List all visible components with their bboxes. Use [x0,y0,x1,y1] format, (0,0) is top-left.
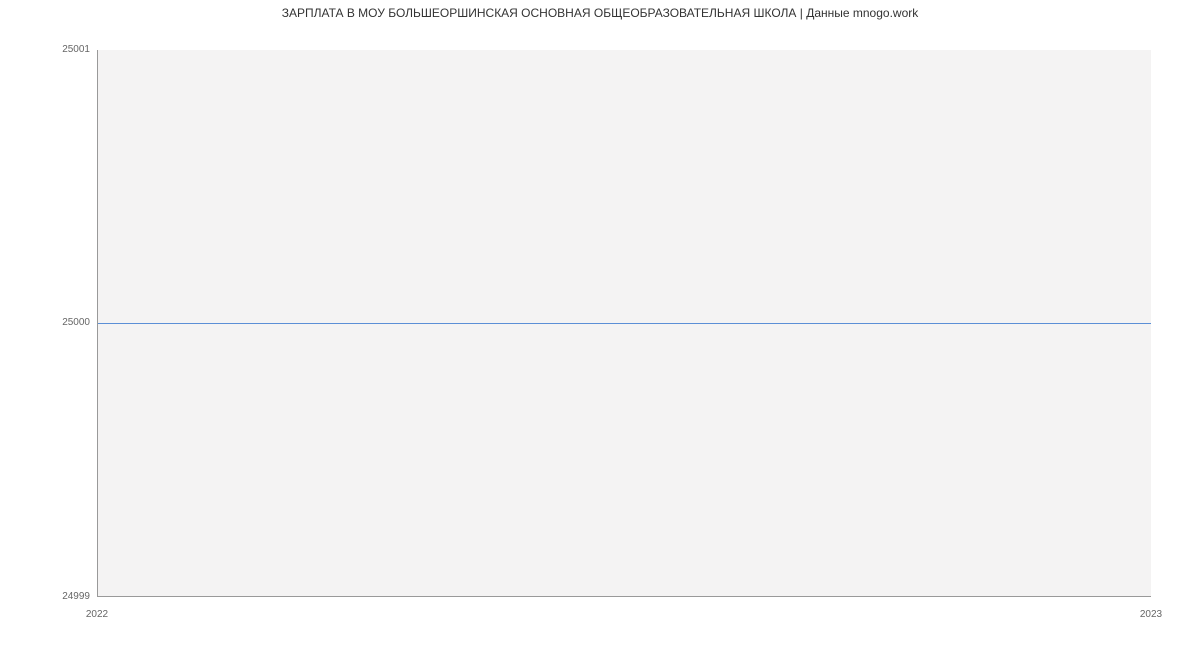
data-line [98,323,1151,324]
y-tick-label: 25001 [0,44,90,55]
y-tick-label: 24999 [0,591,90,602]
chart-container: ЗАРПЛАТА В МОУ БОЛЬШЕОРШИНСКАЯ ОСНОВНАЯ … [0,0,1200,650]
x-tick-label: 2022 [77,609,117,620]
plot-area [97,50,1151,597]
y-tick-label: 25000 [0,317,90,328]
x-tick-label: 2023 [1131,609,1171,620]
chart-title: ЗАРПЛАТА В МОУ БОЛЬШЕОРШИНСКАЯ ОСНОВНАЯ … [0,6,1200,20]
